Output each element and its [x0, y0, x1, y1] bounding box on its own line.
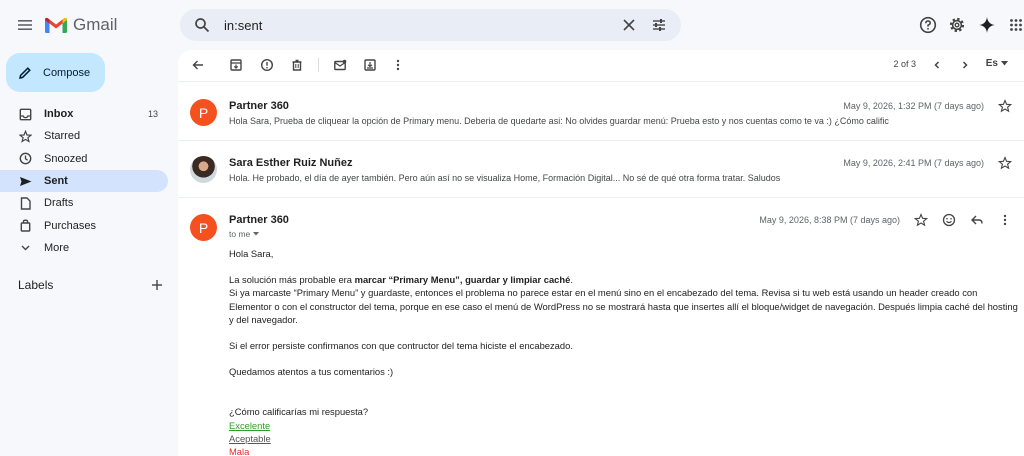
draft-icon — [18, 196, 32, 210]
add-label-icon[interactable] — [151, 279, 163, 291]
message-date: May 9, 2026, 2:41 PM (7 days ago) — [843, 158, 984, 168]
search-icon[interactable] — [192, 15, 212, 35]
message-toolbar: 2 of 3 Es — [178, 50, 1024, 80]
search-options-icon[interactable] — [649, 15, 669, 35]
sidebar-item-label: Snoozed — [44, 152, 88, 165]
pagination-count: 2 of 3 — [893, 59, 916, 69]
thread-message-collapsed[interactable]: P Partner 360 May 9, 2026, 1:32 PM (7 da… — [178, 82, 1024, 139]
clock-icon — [18, 152, 32, 166]
search-bar[interactable]: in:sent — [180, 9, 681, 41]
recipients-label: to me — [229, 229, 251, 239]
help-icon[interactable] — [917, 14, 939, 36]
sidebar-item-drafts[interactable]: Drafts — [0, 192, 168, 214]
gmail-m-icon — [45, 17, 67, 33]
archive-icon[interactable] — [228, 57, 244, 73]
language-code: Es — [985, 58, 998, 69]
message-date: May 9, 2026, 8:38 PM (7 days ago) — [759, 215, 900, 225]
clear-search-icon[interactable] — [619, 15, 639, 35]
report-spam-icon[interactable] — [259, 57, 275, 73]
pencil-icon — [18, 66, 31, 79]
sidebar-nav: Inbox 13 Starred Snoozed Sent Drafts Pur… — [0, 103, 168, 259]
rating-acceptable-link[interactable]: Aceptable — [229, 433, 271, 444]
body-paragraph: Si el error persiste confirmanos con que… — [229, 340, 573, 352]
delete-icon[interactable] — [289, 57, 305, 73]
thread-message-collapsed[interactable]: Sara Esther Ruiz Nuñez May 9, 2026, 2:41… — [178, 141, 1024, 197]
gmail-logo[interactable]: Gmail — [45, 13, 117, 37]
gemini-sparkle-icon[interactable] — [976, 14, 998, 36]
sender-name: Sara Esther Ruiz Nuñez — [229, 157, 353, 169]
body-paragraph: Si ya marcaste “Primary Menu” y guardast… — [229, 287, 1018, 325]
sidebar-item-snoozed[interactable]: Snoozed — [0, 148, 168, 170]
move-to-icon[interactable] — [362, 57, 378, 73]
next-icon[interactable] — [957, 57, 973, 73]
inbox-icon — [18, 107, 32, 121]
inbox-count: 13 — [147, 109, 158, 120]
thread-message-expanded: P Partner 360 to me May 9, 2026, 8:38 PM… — [178, 198, 1024, 456]
sender-name: Partner 360 — [229, 100, 289, 112]
sidebar-item-label: More — [44, 241, 70, 254]
message-view: 2 of 3 Es P Partner 360 May 9, 2026, 1:3… — [178, 50, 1024, 456]
compose-label: Compose — [43, 66, 91, 79]
sidebar-item-label: Drafts — [44, 197, 74, 210]
sidebar-item-label: Purchases — [44, 219, 96, 232]
greeting: Hola Sara, — [229, 248, 274, 259]
chevron-down-icon — [18, 241, 32, 255]
star-icon[interactable] — [998, 99, 1012, 113]
sidebar-item-sent[interactable]: Sent — [0, 169, 168, 193]
star-icon[interactable] — [914, 213, 928, 227]
dropdown-arrow-icon — [253, 232, 260, 236]
hamburger-icon — [18, 20, 32, 30]
app-name: Gmail — [73, 15, 118, 34]
avatar — [190, 156, 217, 183]
back-arrow-icon[interactable] — [190, 57, 206, 73]
more-vert-icon[interactable] — [390, 57, 406, 73]
more-vert-icon[interactable] — [998, 213, 1012, 227]
sidebar-item-more[interactable]: More — [0, 237, 168, 259]
star-icon — [18, 129, 32, 143]
body-paragraph: Quedamos atentos a tus comentarios :) — [229, 366, 394, 378]
settings-gear-icon[interactable] — [946, 14, 968, 36]
avatar: P — [190, 99, 217, 126]
message-snippet: Hola Sara, Prueba de cliquear la opción … — [229, 116, 889, 126]
sidebar-item-label: Sent — [44, 175, 68, 188]
rating-question: ¿Cómo calificarías mi respuesta? — [229, 406, 369, 418]
rating-bad-link[interactable]: Mala — [229, 446, 249, 456]
mark-unread-icon[interactable] — [332, 57, 348, 73]
message-body: Hola Sara, La solución más probable era … — [229, 247, 1019, 456]
sender-name: Partner 360 — [229, 214, 289, 226]
star-icon[interactable] — [998, 156, 1012, 170]
previous-icon[interactable] — [929, 57, 945, 73]
labels-section: Labels — [18, 278, 163, 292]
search-input[interactable]: in:sent — [224, 18, 619, 33]
emoji-reaction-icon[interactable] — [942, 213, 956, 227]
sidebar-item-label: Inbox — [44, 108, 74, 121]
labels-title: Labels — [18, 278, 54, 292]
recipients-toggle[interactable]: to me — [229, 229, 260, 239]
dropdown-arrow-icon — [1001, 61, 1008, 66]
rating-excellent-link[interactable]: Excelente — [229, 420, 270, 431]
reply-icon[interactable] — [970, 213, 984, 227]
sidebar-item-starred[interactable]: Starred — [0, 125, 168, 147]
avatar: P — [190, 214, 217, 241]
apps-grid-icon[interactable] — [1005, 14, 1024, 36]
purchases-icon — [18, 219, 32, 233]
message-date: May 9, 2026, 1:32 PM (7 days ago) — [843, 101, 984, 111]
body-paragraph: La solución más probable era marcar “Pri… — [229, 274, 573, 286]
sidebar-item-purchases[interactable]: Purchases — [0, 214, 168, 236]
sidebar-item-inbox[interactable]: Inbox 13 — [0, 103, 168, 125]
sidebar-item-label: Starred — [44, 130, 81, 143]
compose-button[interactable]: Compose — [6, 53, 105, 92]
toolbar-divider — [318, 58, 319, 72]
send-icon — [18, 174, 32, 188]
input-language-selector[interactable]: Es — [986, 58, 1008, 69]
message-snippet: Hola. He probado, el día de ayer también… — [229, 173, 781, 183]
main-menu-button[interactable] — [14, 14, 36, 36]
